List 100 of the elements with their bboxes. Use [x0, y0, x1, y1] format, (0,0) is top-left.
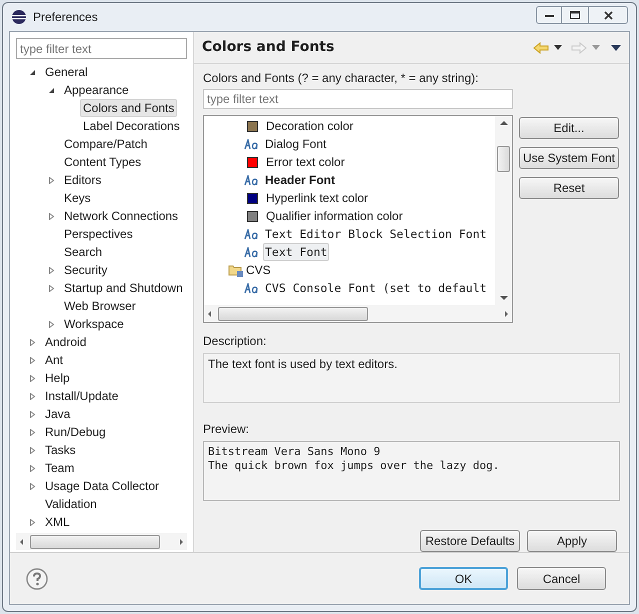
list-entry[interactable]: Text Editor Block Selection Font	[263, 225, 489, 243]
tree-item[interactable]: Colors and Fonts	[80, 99, 178, 117]
preview-text: Bitstream Vera Sans Mono 9	[208, 445, 382, 459]
font-icon	[244, 174, 260, 186]
back-arrow-icon[interactable]	[533, 42, 549, 54]
tree-item[interactable]: Workspace	[61, 315, 127, 333]
expand-arrow-icon[interactable]	[48, 320, 54, 328]
scrollbar-thumb[interactable]	[30, 534, 160, 548]
help-icon[interactable]	[26, 568, 48, 590]
scroll-right-icon[interactable]	[502, 310, 510, 318]
close-icon	[604, 10, 612, 20]
font-icon	[244, 246, 260, 258]
action-button[interactable]: Use System Font	[519, 147, 619, 169]
action-button[interactable]: Edit...	[519, 117, 619, 139]
horizontal-scrollbar[interactable]	[16, 533, 187, 550]
maximize-icon	[570, 11, 580, 19]
list-entry[interactable]: Header Font	[263, 171, 338, 189]
filter-field[interactable]: type filter text	[16, 38, 187, 59]
tree-item[interactable]: Help	[42, 369, 73, 387]
window-title: Preferences	[33, 9, 98, 26]
apply-button[interactable]: Apply	[527, 530, 617, 552]
maximize-button[interactable]	[562, 6, 588, 24]
tree-item[interactable]: XML	[42, 513, 73, 531]
scroll-left-icon[interactable]	[18, 538, 26, 546]
scroll-right-icon[interactable]	[177, 538, 185, 546]
vertical-scrollbar[interactable]	[495, 116, 512, 305]
restore-defaults-button[interactable]: Restore Defaults	[420, 530, 520, 552]
expand-arrow-icon[interactable]	[28, 428, 36, 436]
tree-item[interactable]: Install/Update	[42, 387, 122, 405]
scroll-down-icon[interactable]	[500, 295, 508, 301]
scroll-left-icon[interactable]	[206, 310, 214, 318]
cancel-button[interactable]: Cancel	[517, 567, 606, 590]
action-button[interactable]: Reset	[519, 177, 619, 199]
scroll-up-icon[interactable]	[500, 120, 508, 126]
category-label[interactable]: CVS	[246, 262, 271, 278]
expand-arrow-icon[interactable]	[28, 338, 36, 346]
tree-item[interactable]: Java	[42, 405, 74, 423]
expand-arrow-icon[interactable]	[48, 176, 54, 184]
expand-arrow-icon[interactable]	[28, 392, 36, 400]
expand-arrow-icon[interactable]	[48, 266, 54, 274]
tree-item[interactable]: Appearance	[61, 81, 132, 99]
minimize-button[interactable]	[536, 6, 562, 24]
tree-item[interactable]: Team	[42, 459, 78, 477]
tree-item[interactable]: Validation	[42, 495, 100, 513]
preview-label: Preview:	[203, 421, 250, 437]
tree-item[interactable]: Content Types	[61, 153, 144, 171]
expand-arrow-icon[interactable]	[28, 410, 36, 418]
tree-item[interactable]: Tasks	[42, 441, 79, 459]
expand-arrow-icon[interactable]	[28, 464, 36, 472]
ok-button[interactable]: OK	[419, 567, 508, 590]
tree-item[interactable]: Search	[61, 243, 106, 261]
tree-item[interactable]: Run/Debug	[42, 423, 109, 441]
expand-arrow-icon[interactable]	[28, 356, 36, 364]
list-entry[interactable]: Dialog Font	[263, 135, 328, 153]
view-menu-icon[interactable]	[611, 44, 621, 50]
app-icon	[11, 9, 27, 25]
collapse-arrow-icon[interactable]	[28, 68, 36, 76]
collapse-arrow-icon[interactable]	[48, 86, 54, 94]
font-icon	[244, 228, 260, 240]
tree-item[interactable]: Usage Data Collector	[42, 477, 162, 495]
list-entry[interactable]: Qualifier information color	[264, 207, 405, 225]
list-entry[interactable]: Hyperlink text color	[264, 189, 370, 207]
horizontal-scrollbar[interactable]	[204, 305, 512, 322]
folder-icon	[228, 262, 244, 278]
tree-item[interactable]: General	[42, 63, 91, 81]
filter-field[interactable]: type filter text	[203, 89, 513, 109]
dropdown-icon[interactable]	[554, 45, 562, 50]
expand-arrow-icon[interactable]	[28, 518, 36, 526]
expand-arrow-icon[interactable]	[48, 212, 54, 220]
tree-item[interactable]: Editors	[61, 171, 104, 189]
list-entry[interactable]: Error text color	[264, 153, 347, 171]
tree-item[interactable]: Startup and Shutdown	[61, 279, 186, 297]
preview-text: The quick brown fox jumps over the lazy dog.	[208, 459, 500, 473]
font-icon	[244, 282, 260, 294]
description-box: The text font is used by text editors.	[203, 353, 620, 403]
list-entry[interactable]: Decoration color	[264, 117, 356, 135]
scrollbar-thumb[interactable]	[497, 146, 510, 172]
font-icon	[244, 138, 260, 150]
tree-item[interactable]: Ant	[42, 351, 66, 369]
tree-item[interactable]: Perspectives	[61, 225, 136, 243]
list-entry[interactable]: Text Font	[263, 243, 330, 261]
tree-item[interactable]: Android	[42, 333, 90, 351]
close-button[interactable]	[588, 6, 628, 24]
scrollbar-thumb[interactable]	[218, 306, 368, 320]
expand-arrow-icon[interactable]	[28, 482, 36, 490]
filter-label: Colors and Fonts (? = any character, * = any string):	[203, 70, 480, 86]
tree-item[interactable]: Network Connections	[61, 207, 182, 225]
tree-item[interactable]: Compare/Patch	[61, 135, 150, 153]
tree-item[interactable]: Label Decorations	[80, 117, 183, 135]
expand-arrow-icon[interactable]	[28, 446, 36, 454]
dropdown-icon	[592, 45, 600, 50]
forward-arrow-icon	[571, 42, 587, 54]
page-title: Colors and Fonts	[202, 38, 334, 57]
tree-item[interactable]: Web Browser	[61, 297, 139, 315]
tree-item[interactable]: Security	[61, 261, 110, 279]
expand-arrow-icon[interactable]	[48, 284, 54, 292]
tree-item[interactable]: Keys	[61, 189, 94, 207]
list-entry[interactable]: CVS Console Font (set to default	[263, 279, 489, 297]
expand-arrow-icon[interactable]	[28, 374, 36, 382]
description-label: Description:	[203, 333, 268, 349]
